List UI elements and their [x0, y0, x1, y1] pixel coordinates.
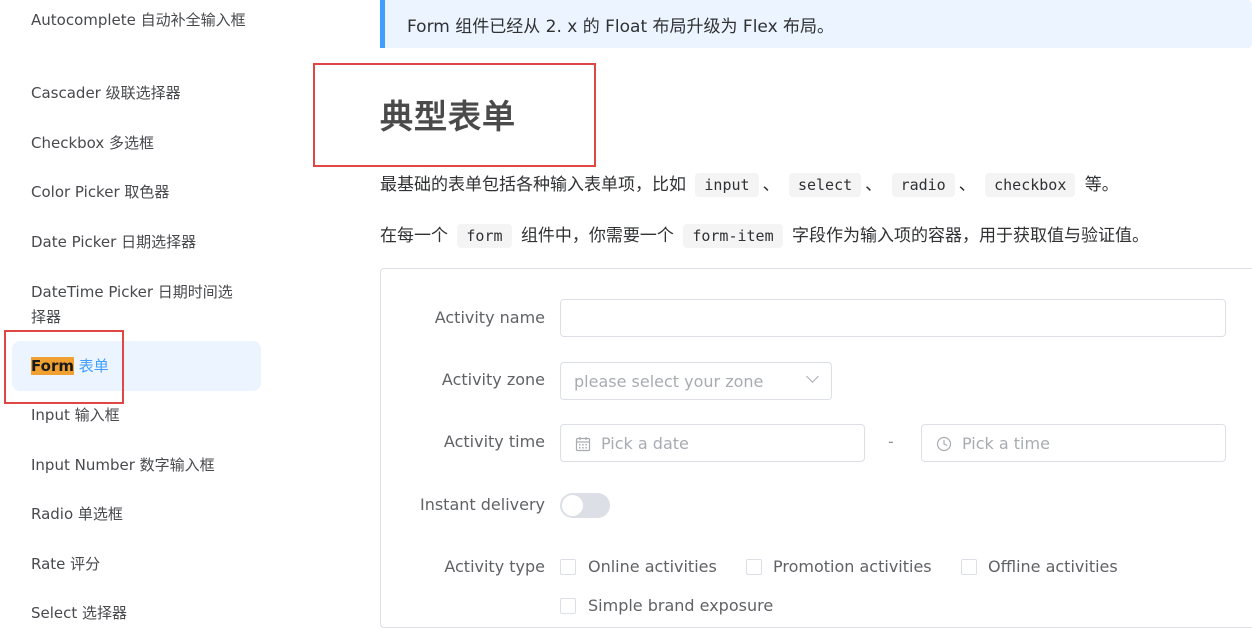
activity-name-input[interactable]	[560, 299, 1226, 337]
sidebar-item-input-number[interactable]: Input Number 数字输入框	[31, 453, 246, 478]
code-input: input	[695, 173, 759, 197]
sidebar-item-color-picker[interactable]: Color Picker 取色器	[31, 180, 246, 205]
activity-time-label: Activity time	[443, 432, 545, 451]
sidebar-item-checkbox[interactable]: Checkbox 多选框	[31, 131, 246, 156]
code-radio: radio	[891, 173, 955, 197]
checkbox-brand-exposure[interactable]	[560, 598, 576, 614]
time-picker-input[interactable]: Pick a time	[921, 424, 1226, 462]
checkbox-promotion-label[interactable]: Promotion activities	[773, 557, 932, 576]
instant-delivery-label: Instant delivery	[419, 495, 545, 514]
sidebar-item-radio[interactable]: Radio 单选框	[31, 502, 246, 527]
sidebar-nav: Autocomplete 自动补全输入框 Cascader 级联选择器 Chec…	[0, 0, 270, 622]
switch-knob	[562, 495, 583, 516]
checkbox-offline[interactable]	[961, 559, 977, 575]
checkbox-online[interactable]	[560, 559, 576, 575]
sidebar-item-cascader[interactable]: Cascader 级联选择器	[31, 81, 246, 106]
code-checkbox: checkbox	[985, 173, 1076, 197]
clock-icon	[936, 436, 952, 452]
chevron-down-icon	[806, 370, 819, 383]
intro2-suffix: 字段作为输入项的容器，用于获取值与验证值。	[792, 226, 1150, 246]
code-form-item: form-item	[683, 224, 783, 248]
checkbox-brand-exposure-label[interactable]: Simple brand exposure	[588, 596, 773, 615]
sidebar-item-rate[interactable]: Rate 评分	[31, 552, 246, 577]
annotation-box-nav	[4, 330, 124, 404]
sidebar-item-autocomplete[interactable]: Autocomplete 自动补全输入框	[31, 8, 246, 33]
intro-paragraph: 最基础的表单包括各种输入表单项，比如 input、 select、 radio、…	[380, 170, 1119, 197]
intro2-middle: 组件中，你需要一个	[520, 226, 674, 246]
date-placeholder: Pick a date	[601, 434, 689, 453]
sidebar-item-date-picker[interactable]: Date Picker 日期选择器	[31, 230, 246, 255]
separator: 、	[958, 175, 976, 195]
separator: 、	[865, 175, 883, 195]
time-separator: -	[888, 432, 894, 451]
calendar-icon	[575, 437, 591, 452]
activity-name-label: Activity name	[434, 308, 545, 327]
intro-text: 最基础的表单包括各种输入表单项，比如	[380, 175, 686, 195]
instant-delivery-switch[interactable]	[560, 493, 610, 518]
time-placeholder: Pick a time	[962, 434, 1050, 453]
checkbox-online-label[interactable]: Online activities	[588, 557, 717, 576]
intro-paragraph-2: 在每一个 form 组件中，你需要一个 form-item 字段作为输入项的容器…	[380, 221, 1150, 248]
zone-placeholder: please select your zone	[574, 372, 764, 391]
tip-banner: Form 组件已经从 2. x 的 Float 布局升级为 Flex 布局。	[380, 0, 1252, 48]
tip-text: Form 组件已经从 2. x 的 Float 布局升级为 Flex 布局。	[407, 17, 835, 37]
page-title: 典型表单	[380, 97, 516, 136]
separator: 、	[762, 175, 780, 195]
activity-zone-label: Activity zone	[441, 370, 545, 389]
activity-zone-select[interactable]: please select your zone	[560, 362, 832, 400]
intro-suffix: 等。	[1084, 175, 1119, 195]
code-form: form	[457, 224, 512, 248]
activity-type-label: Activity type	[444, 557, 545, 576]
code-select: select	[788, 173, 862, 197]
sidebar-item-input[interactable]: Input 输入框	[31, 403, 246, 428]
checkbox-offline-label[interactable]: Offline activities	[988, 557, 1118, 576]
checkbox-promotion[interactable]	[746, 559, 762, 575]
intro2-text: 在每一个	[380, 226, 448, 246]
sidebar-item-datetime-picker[interactable]: DateTime Picker 日期时间选择器	[31, 280, 246, 330]
date-picker-input[interactable]: Pick a date	[560, 424, 865, 462]
